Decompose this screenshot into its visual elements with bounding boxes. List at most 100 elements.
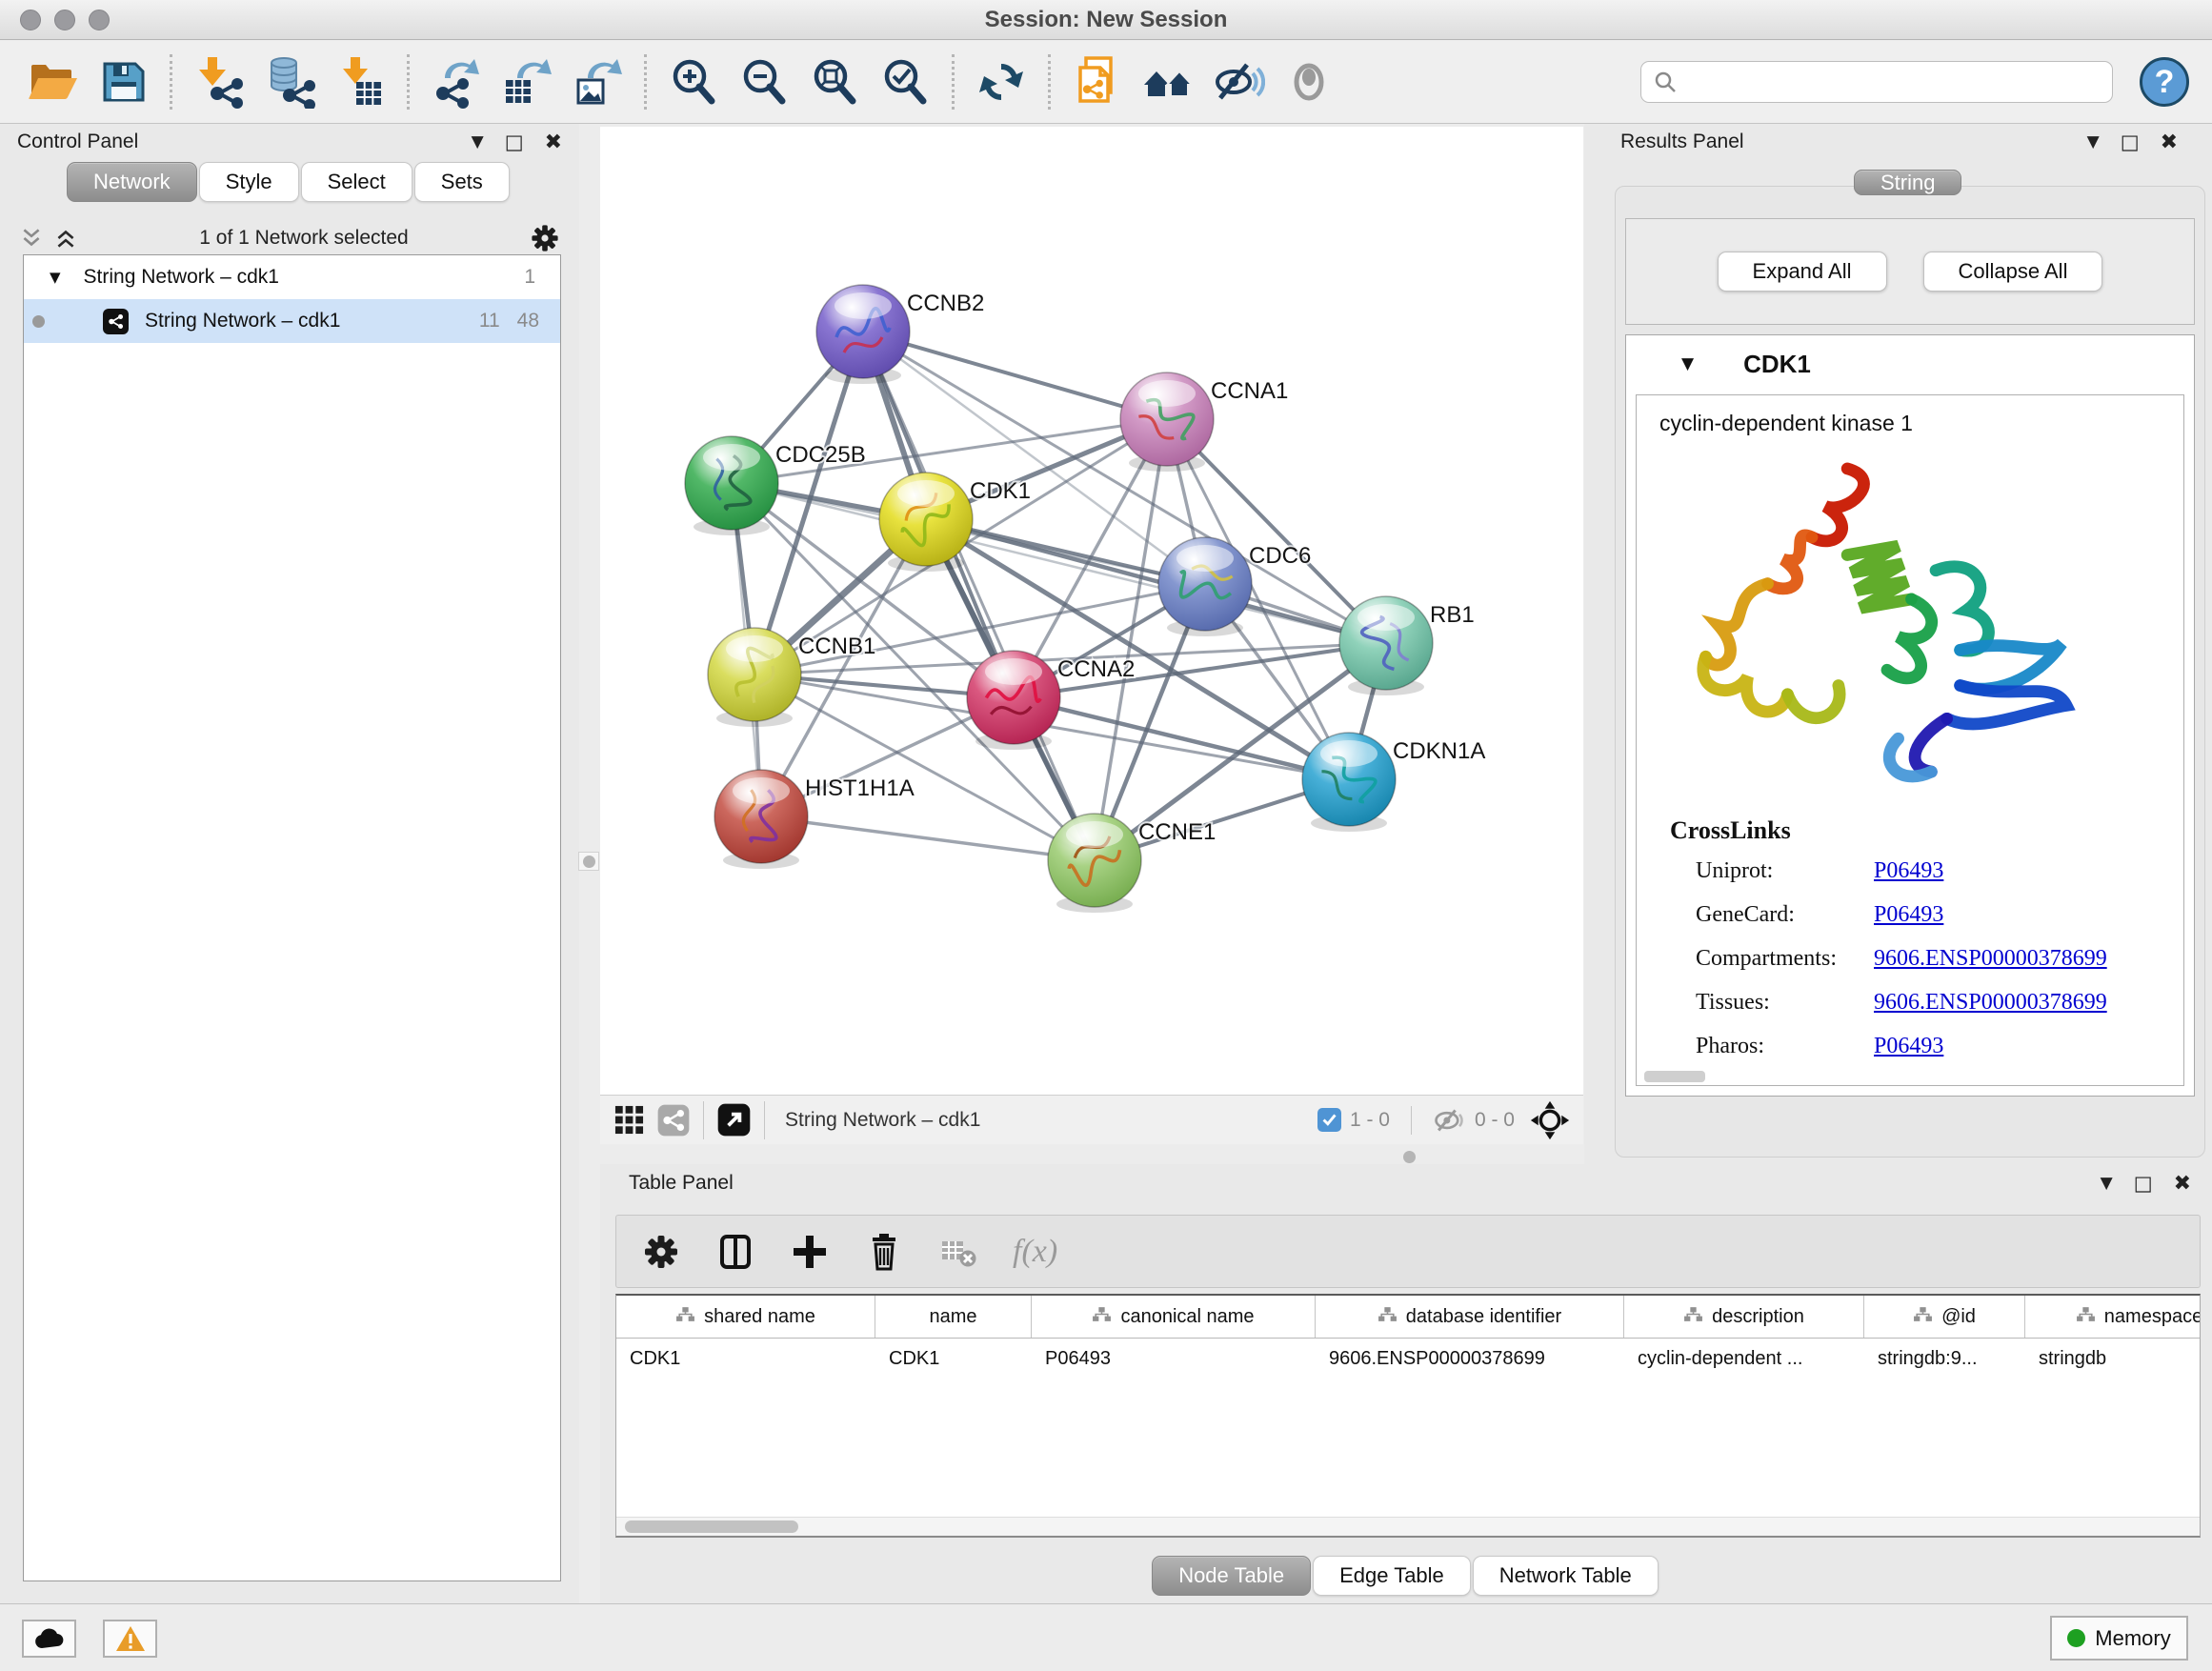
node-RB1[interactable]: RB1 (1339, 596, 1475, 695)
open-in-new-window-icon[interactable] (716, 1102, 752, 1137)
tab-network-table[interactable]: Network Table (1473, 1556, 1659, 1596)
save-session-icon[interactable] (92, 51, 153, 112)
title-bar: Session: New Session (0, 0, 2212, 40)
network-graph[interactable]: CCNB2 CCNA1 CDC25B CDK1 (600, 127, 1583, 1095)
collapse-all-icon[interactable] (19, 226, 44, 251)
export-network-icon[interactable] (426, 51, 487, 112)
node-CCNA2[interactable]: CCNA2 (967, 651, 1135, 750)
expand-all-icon[interactable] (53, 226, 78, 251)
table-cell[interactable]: CDK1 (875, 1339, 1032, 1379)
node-CCNE1[interactable]: CCNE1 (1048, 814, 1216, 913)
table-cell[interactable]: P06493 (1032, 1339, 1316, 1379)
home-icon[interactable] (1137, 51, 1198, 112)
table-collapse-icon[interactable]: ▼ (2101, 1174, 2113, 1193)
results-collapse-icon[interactable]: ▼ (2087, 132, 2100, 151)
export-table-icon[interactable] (496, 51, 557, 112)
network-row-selected[interactable]: String Network – cdk1 11 48 (24, 299, 560, 343)
column-header-name[interactable]: name (875, 1296, 1032, 1338)
crosslink-link[interactable]: 9606.ENSP00000378699 (1874, 990, 2107, 1016)
tab-select[interactable]: Select (301, 162, 412, 202)
crosslink-link[interactable]: P06493 (1874, 858, 1943, 884)
zoom-out-icon[interactable] (734, 51, 794, 112)
tab-edge-table[interactable]: Edge Table (1313, 1556, 1471, 1596)
clone-network-icon[interactable] (1067, 51, 1128, 112)
panel-float-icon[interactable]: □ (505, 131, 524, 153)
share-view-icon[interactable] (656, 1103, 691, 1137)
zoom-in-icon[interactable] (663, 51, 724, 112)
expand-all-button[interactable]: Expand All (1718, 252, 1887, 292)
add-column-icon[interactable] (715, 1232, 755, 1272)
scrollbar-thumb[interactable] (625, 1520, 798, 1533)
entry-expander-icon[interactable]: ▼ (1681, 354, 1694, 373)
tab-string[interactable]: String (1854, 170, 1961, 195)
left-splitter-handle[interactable] (578, 852, 599, 871)
crosslink-link[interactable]: P06493 (1874, 1034, 1943, 1059)
add-row-icon[interactable] (790, 1232, 830, 1272)
search-input[interactable] (1685, 70, 2101, 93)
table-gear-icon[interactable] (641, 1232, 681, 1272)
crosslink-link[interactable]: 9606.ENSP00000378699 (1874, 946, 2107, 972)
table-cell[interactable]: 9606.ENSP00000378699 (1316, 1339, 1624, 1379)
panel-collapse-icon[interactable]: ▼ (472, 132, 484, 151)
cloud-button[interactable] (22, 1620, 76, 1658)
zoom-selected-icon[interactable] (875, 51, 935, 112)
node-CDC25B[interactable]: CDC25B (685, 436, 866, 535)
network-collection-row[interactable]: ▼ String Network – cdk1 1 (24, 255, 560, 299)
tab-network[interactable]: Network (67, 162, 197, 202)
fit-crosshair-icon[interactable] (1530, 1100, 1570, 1140)
panel-close-icon[interactable]: ✖ (545, 131, 562, 154)
edge-CDK1-RB1[interactable] (926, 519, 1386, 643)
import-table-icon[interactable] (330, 51, 391, 112)
memory-button[interactable]: Memory (2050, 1616, 2188, 1661)
warning-button[interactable] (103, 1620, 157, 1658)
node-HIST1H1A[interactable]: HIST1H1A (714, 770, 915, 869)
crosslink-link[interactable]: P06493 (1874, 902, 1943, 928)
bottom-splitter-handle[interactable] (1398, 1147, 1419, 1166)
table-cell[interactable]: CDK1 (616, 1339, 875, 1379)
edge-CCNB2-CCNA1[interactable] (863, 332, 1167, 419)
column-header-namespace[interactable]: namespace (2025, 1296, 2201, 1338)
search-box[interactable] (1640, 61, 2113, 103)
table-row[interactable]: CDK1CDK1P064939606.ENSP00000378699cyclin… (616, 1339, 2200, 1379)
table-hscrollbar[interactable] (616, 1517, 2200, 1536)
column-header-database-identifier[interactable]: database identifier (1316, 1296, 1624, 1338)
open-session-icon[interactable] (22, 51, 83, 112)
node-table[interactable]: shared namenamecanonical namedatabase id… (615, 1294, 2201, 1538)
import-network-icon[interactable] (189, 51, 250, 112)
scrollbar-stub[interactable] (1644, 1071, 1705, 1082)
network-canvas[interactable]: CCNB2 CCNA1 CDC25B CDK1 (600, 127, 1583, 1095)
table-float-icon[interactable]: □ (2134, 1172, 2153, 1195)
column-header-shared-name[interactable]: shared name (616, 1296, 875, 1338)
tree-expander-icon[interactable]: ▼ (50, 269, 61, 286)
gear-icon[interactable] (530, 223, 560, 253)
delete-icon[interactable] (864, 1232, 904, 1272)
edge-HIST1H1A-CCNE1[interactable] (761, 816, 1095, 860)
import-database-icon[interactable] (259, 51, 320, 112)
results-close-icon[interactable]: ✖ (2161, 131, 2178, 154)
birdseye-view-icon[interactable] (613, 1104, 645, 1136)
zoom-fit-icon[interactable] (804, 51, 865, 112)
crosslink-label: Uniprot: (1696, 858, 1874, 884)
hidden-eye-icon[interactable] (1433, 1107, 1466, 1134)
show-panel-icon[interactable] (1278, 51, 1339, 112)
tab-node-table[interactable]: Node Table (1152, 1556, 1311, 1596)
node-CDKN1A[interactable]: CDKN1A (1302, 733, 1485, 832)
results-float-icon[interactable]: □ (2121, 131, 2140, 153)
column-header-description[interactable]: description (1624, 1296, 1864, 1338)
table-cell[interactable]: stringdb:9... (1864, 1339, 2025, 1379)
help-button[interactable]: ? (2140, 57, 2189, 107)
table-close-icon[interactable]: ✖ (2174, 1172, 2191, 1196)
refresh-icon[interactable] (971, 51, 1032, 112)
selected-checkbox-icon[interactable] (1317, 1108, 1341, 1132)
collapse-all-button[interactable]: Collapse All (1923, 252, 2103, 292)
hide-panels-icon[interactable] (1208, 51, 1269, 112)
gene-entry-header[interactable]: ▼ CDK1 (1626, 335, 2194, 393)
tab-style[interactable]: Style (199, 162, 299, 202)
export-image-icon[interactable] (567, 51, 628, 112)
column-header--id[interactable]: @id (1864, 1296, 2025, 1338)
node-CCNB2[interactable]: CCNB2 (816, 285, 984, 384)
column-header-canonical-name[interactable]: canonical name (1032, 1296, 1316, 1338)
tab-sets[interactable]: Sets (414, 162, 510, 202)
table-cell[interactable]: stringdb (2025, 1339, 2201, 1379)
table-cell[interactable]: cyclin-dependent ... (1624, 1339, 1864, 1379)
